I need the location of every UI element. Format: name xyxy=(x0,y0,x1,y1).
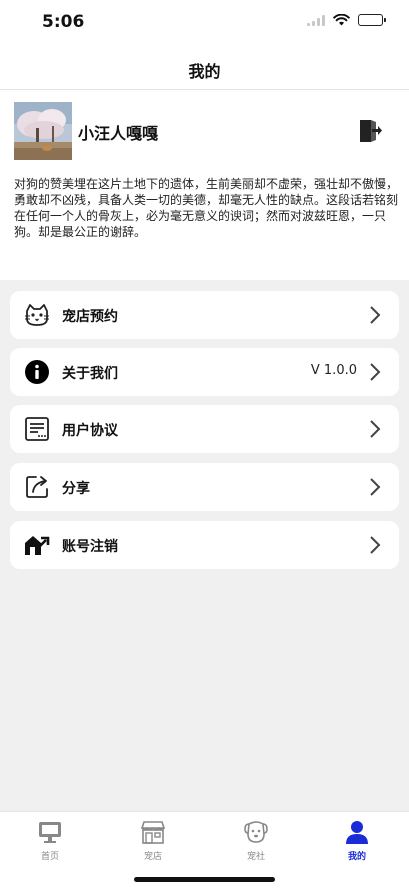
chevron-right-icon xyxy=(370,536,381,554)
status-icons xyxy=(307,14,386,26)
menu-item-about-us[interactable]: 关于我们 V 1.0.0 xyxy=(10,348,399,396)
dog-icon xyxy=(244,821,268,843)
document-icon xyxy=(25,417,49,441)
tab-mine[interactable]: 我的 xyxy=(317,818,397,868)
nav-bar: 我的 xyxy=(0,46,409,90)
tab-label: 首页 xyxy=(40,852,59,862)
home-indicator xyxy=(134,877,275,882)
profile-card: 小汪人嘎嘎 对狗的赞美埋在这片土地下的遗体，生前美丽却不虚荣，强壮却不傲慢，勇敢… xyxy=(0,90,409,280)
profile-bio: 对狗的赞美埋在这片土地下的遗体，生前美丽却不虚荣，强壮却不傲慢，勇敢却不凶残，具… xyxy=(14,177,399,239)
cat-icon xyxy=(25,304,49,326)
menu-label: 账号注销 xyxy=(62,539,118,555)
menu-item-share[interactable]: 分享 xyxy=(10,463,399,511)
chevron-right-icon xyxy=(370,420,381,438)
tab-pet-community[interactable]: 宠社 xyxy=(216,818,296,868)
battery-icon xyxy=(358,14,386,26)
status-bar: 5:06 xyxy=(0,0,409,46)
chevron-right-icon xyxy=(370,478,381,496)
status-time: 5:06 xyxy=(42,12,85,32)
logout-icon[interactable] xyxy=(357,118,383,144)
tab-pet-store[interactable]: 宠店 xyxy=(113,818,193,868)
menu-item-delete-account[interactable]: 账号注销 xyxy=(10,521,399,569)
share-icon xyxy=(26,476,48,498)
menu-label: 用户协议 xyxy=(62,423,118,439)
menu-item-pet-store-booking[interactable]: 宠店预约 xyxy=(10,291,399,339)
tab-label: 宠社 xyxy=(246,852,265,862)
wifi-icon xyxy=(333,14,350,26)
chevron-right-icon xyxy=(370,363,381,381)
monitor-icon xyxy=(39,822,61,843)
person-icon xyxy=(346,821,368,844)
house-exit-icon xyxy=(25,536,50,555)
menu-label: 宠店预约 xyxy=(62,309,118,325)
tab-home[interactable]: 首页 xyxy=(10,818,90,868)
username: 小汪人嘎嘎 xyxy=(78,124,159,143)
tab-label: 宠店 xyxy=(143,852,162,862)
store-icon xyxy=(140,821,166,844)
tab-label: 我的 xyxy=(347,852,366,862)
menu-item-user-agreement[interactable]: 用户协议 xyxy=(10,405,399,453)
menu-label: 分享 xyxy=(62,481,90,497)
signal-icon xyxy=(307,14,325,26)
page-title: 我的 xyxy=(188,62,221,81)
avatar[interactable] xyxy=(14,102,72,160)
version-value: V 1.0.0 xyxy=(310,363,357,378)
chevron-right-icon xyxy=(370,306,381,324)
menu-label: 关于我们 xyxy=(62,366,118,382)
info-icon xyxy=(25,360,49,384)
